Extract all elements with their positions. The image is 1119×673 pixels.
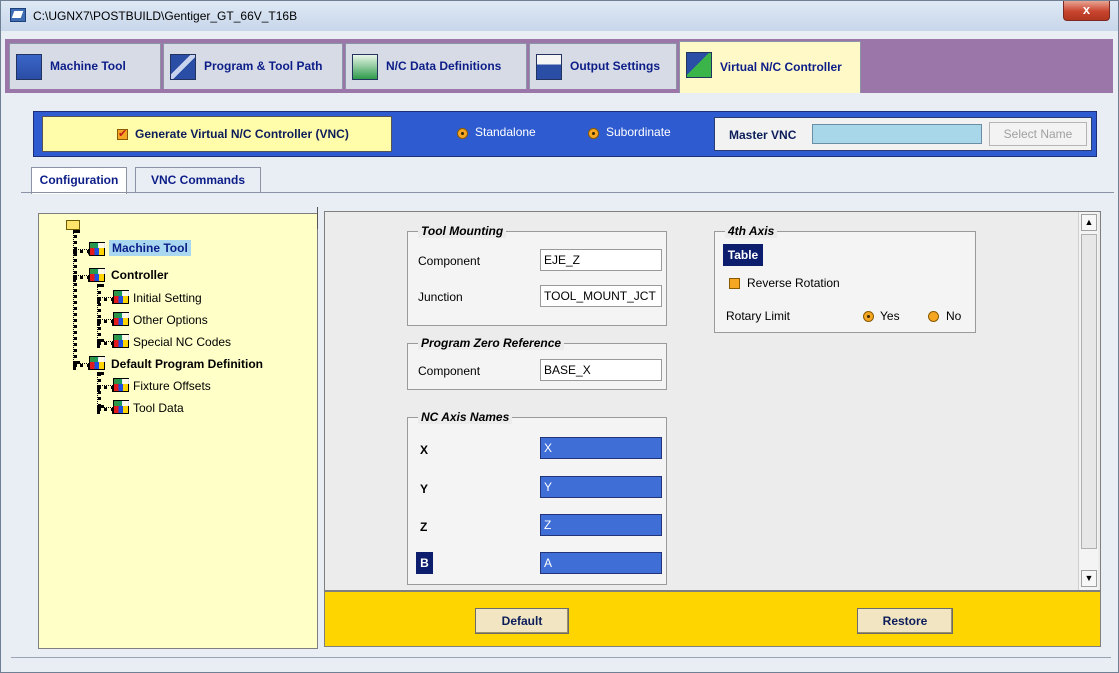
window-title: C:\UGNX7\POSTBUILD\Gentiger_GT_66V_T16B	[33, 9, 298, 23]
tree-node-controller[interactable]: Controller	[111, 268, 168, 282]
component-label: Component	[418, 364, 481, 378]
rotary-limit-no-radio[interactable]	[928, 311, 939, 322]
axis-label-b[interactable]: B	[416, 552, 433, 574]
tool-mounting-title: Tool Mounting	[418, 224, 507, 238]
axis-label-z: Z	[420, 520, 428, 534]
machine-tool-icon	[16, 54, 42, 80]
master-vnc-group: Master VNC Select Name	[714, 117, 1092, 151]
tab-label: Machine Tool	[50, 59, 126, 73]
fourth-axis-group: 4th Axis Table Reverse Rotation Rotary L…	[714, 224, 976, 333]
standalone-radio[interactable]	[457, 128, 468, 139]
tab-vnc-commands[interactable]: VNC Commands	[135, 167, 261, 193]
rotary-limit-no-label: No	[946, 309, 962, 323]
title-bar: C:\UGNX7\POSTBUILD\Gentiger_GT_66V_T16B …	[1, 1, 1118, 31]
tree-node-other-options[interactable]: Other Options	[133, 313, 208, 327]
action-button-bar: Default Restore	[324, 591, 1101, 647]
tab-label: Output Settings	[570, 59, 660, 73]
axis-label-x: X	[420, 443, 429, 457]
tree-connector	[97, 372, 101, 408]
tab-divider	[21, 192, 1114, 193]
tree-node-tool-data[interactable]: Tool Data	[133, 401, 184, 415]
component-label: Component	[418, 254, 481, 268]
nc-axis-names-title: NC Axis Names	[418, 410, 513, 424]
tool-mounting-group: Tool Mounting Component EJE_Z Junction T…	[407, 224, 667, 326]
tree-node-initial-setting[interactable]: Initial Setting	[133, 291, 202, 305]
junction-label: Junction	[418, 290, 463, 304]
vertical-scrollbar[interactable]: ▲ ▼	[1078, 212, 1098, 590]
special-nc-codes-node-icon	[113, 334, 130, 348]
tree-node-fixture-offsets[interactable]: Fixture Offsets	[133, 379, 211, 393]
tab-label: Virtual N/C Controller	[720, 60, 842, 74]
generate-vnc-toggle[interactable]: Generate Virtual N/C Controller (VNC)	[42, 116, 392, 152]
tree-node-special-nc-codes[interactable]: Special NC Codes	[133, 335, 231, 349]
app-icon	[10, 8, 26, 22]
axis-field-b[interactable]: A	[540, 552, 662, 574]
tree-node-machine-tool[interactable]: Machine Tool	[109, 240, 191, 256]
tab-label: Program & Tool Path	[204, 59, 323, 73]
axis-label-y: Y	[420, 482, 429, 496]
program-zero-component-field[interactable]: BASE_X	[540, 359, 662, 381]
application-window: C:\UGNX7\POSTBUILD\Gentiger_GT_66V_T16B …	[0, 0, 1119, 673]
controller-node-icon	[89, 268, 106, 282]
vnc-icon	[686, 52, 712, 78]
tab-machine-tool[interactable]: Machine Tool	[9, 43, 161, 89]
fourth-axis-title: 4th Axis	[725, 224, 778, 238]
axis-field-z[interactable]: Z	[540, 514, 662, 536]
scroll-thumb[interactable]	[1081, 234, 1097, 549]
tool-data-node-icon	[113, 400, 130, 414]
tree-connector	[97, 284, 101, 342]
generate-vnc-label: Generate Virtual N/C Controller (VNC)	[135, 127, 349, 141]
status-bar	[11, 657, 1111, 661]
close-button[interactable]: x	[1063, 1, 1110, 21]
standalone-label: Standalone	[475, 125, 536, 139]
program-zero-title: Program Zero Reference	[418, 336, 565, 350]
configuration-content: Tool Mounting Component EJE_Z Junction T…	[324, 211, 1101, 591]
rotary-limit-label: Rotary Limit	[726, 309, 791, 323]
master-vnc-label: Master VNC	[729, 128, 797, 142]
master-vnc-input[interactable]	[812, 124, 982, 144]
rotary-limit-yes-radio[interactable]	[863, 311, 874, 322]
program-tool-path-icon	[170, 54, 196, 80]
scroll-up-icon[interactable]: ▲	[1081, 214, 1097, 231]
axis-field-y[interactable]: Y	[540, 476, 662, 498]
scroll-down-icon[interactable]: ▼	[1081, 570, 1097, 587]
tab-nc-data-definitions[interactable]: N/C Data Definitions	[345, 43, 527, 89]
tab-program-tool-path[interactable]: Program & Tool Path	[163, 43, 343, 89]
printer-icon	[536, 54, 562, 80]
initial-setting-node-icon	[113, 290, 130, 304]
select-name-button[interactable]: Select Name	[989, 122, 1087, 146]
subordinate-label: Subordinate	[606, 125, 671, 139]
nc-axis-names-group: NC Axis Names X X Y Y Z Z B A	[407, 410, 667, 585]
fixture-offsets-node-icon	[113, 378, 130, 392]
rotary-limit-yes-label: Yes	[880, 309, 900, 323]
tool-mounting-component-field[interactable]: EJE_Z	[540, 249, 662, 271]
axis-field-x[interactable]: X	[540, 437, 662, 459]
tab-virtual-nc-controller[interactable]: Virtual N/C Controller	[679, 41, 861, 93]
vnc-header-bar: Generate Virtual N/C Controller (VNC) St…	[33, 111, 1097, 157]
nc-data-icon	[352, 54, 378, 80]
tree-node-default-program-definition[interactable]: Default Program Definition	[111, 357, 263, 371]
default-button[interactable]: Default	[475, 608, 569, 634]
default-program-node-icon	[89, 356, 106, 370]
machine-tool-node-icon	[89, 242, 106, 256]
main-tab-strip: Machine Tool Program & Tool Path N/C Dat…	[5, 39, 1113, 93]
generate-vnc-checkbox[interactable]	[117, 127, 128, 140]
tab-configuration[interactable]: Configuration	[31, 167, 127, 194]
reverse-rotation-checkbox[interactable]	[729, 278, 740, 289]
program-zero-group: Program Zero Reference Component BASE_X	[407, 336, 667, 390]
tab-label: N/C Data Definitions	[386, 59, 502, 73]
table-type-button[interactable]: Table	[723, 244, 763, 266]
reverse-rotation-label: Reverse Rotation	[747, 276, 840, 290]
other-options-node-icon	[113, 312, 130, 326]
tab-output-settings[interactable]: Output Settings	[529, 43, 677, 89]
folder-icon	[66, 220, 80, 230]
junction-field[interactable]: TOOL_MOUNT_JCT	[540, 285, 662, 307]
configuration-tree[interactable]: Machine Tool Controller Initial Setting …	[38, 213, 318, 649]
subordinate-radio[interactable]	[588, 128, 599, 139]
restore-button[interactable]: Restore	[857, 608, 953, 634]
